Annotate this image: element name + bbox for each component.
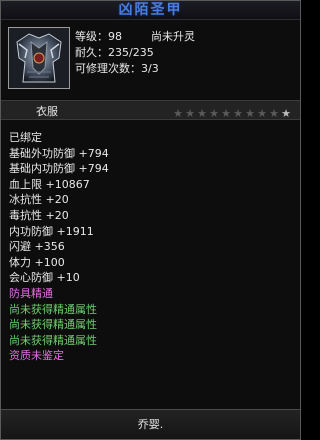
stat-line: 尚未获得精通属性	[9, 333, 97, 347]
item-type-strip: 衣服 ★ ★ ★ ★ ★ ★ ★ ★ ★ ★	[1, 100, 300, 120]
stat-line: 资质未鉴定	[9, 349, 64, 363]
stats-area: 已绑定基础外功防御 +794 基础内功防御 +794 血上限 +10867 冰抗性 +…	[1, 120, 300, 409]
footer: 乔婴.	[1, 410, 300, 439]
item-icon-frame	[8, 27, 70, 89]
stat-line: 尚未获得精通属性	[9, 318, 97, 332]
stat-line: 会心防御 +10	[9, 271, 80, 285]
stat-line: 血上限 +10867	[9, 177, 90, 191]
spirit-status: 尚未升灵	[151, 30, 195, 43]
signature: 乔婴.	[137, 418, 164, 431]
stat-line: 已绑定	[9, 131, 42, 144]
stat-line: 基础内功防御 +794	[9, 162, 109, 176]
repair-count: 可修理次数：3/3	[75, 62, 159, 75]
enhance-stars: ★ ★ ★ ★ ★ ★ ★ ★ ★ ★	[172, 102, 292, 120]
stat-line: 冰抗性 +20	[9, 193, 69, 207]
item-type: 衣服	[36, 105, 58, 118]
stat-line: 体力 +100	[9, 255, 65, 269]
stat-line: 内功防御 +1911	[9, 224, 94, 238]
item-tooltip: 凶陌圣甲 等级：98 尚未升灵 耐久：235/235 可修理次数：3/3 衣服 …	[0, 0, 301, 440]
stat-line: 防具精通	[9, 286, 53, 300]
item-level: 等级：98	[75, 30, 122, 43]
stat-line: 尚未获得精通属性	[9, 302, 97, 316]
item-name: 凶陌圣甲	[118, 2, 183, 18]
title-bar: 凶陌圣甲	[1, 1, 300, 20]
armor-icon	[9, 28, 69, 88]
stat-line: 闪避 +356	[9, 240, 65, 254]
stat-line: 毒抗性 +20	[9, 208, 69, 222]
stats-list: 已绑定基础外功防御 +794 基础内功防御 +794 血上限 +10867 冰抗性 +…	[9, 130, 109, 364]
durability: 耐久：235/235	[75, 46, 154, 59]
stat-line: 基础外功防御 +794	[9, 146, 109, 160]
